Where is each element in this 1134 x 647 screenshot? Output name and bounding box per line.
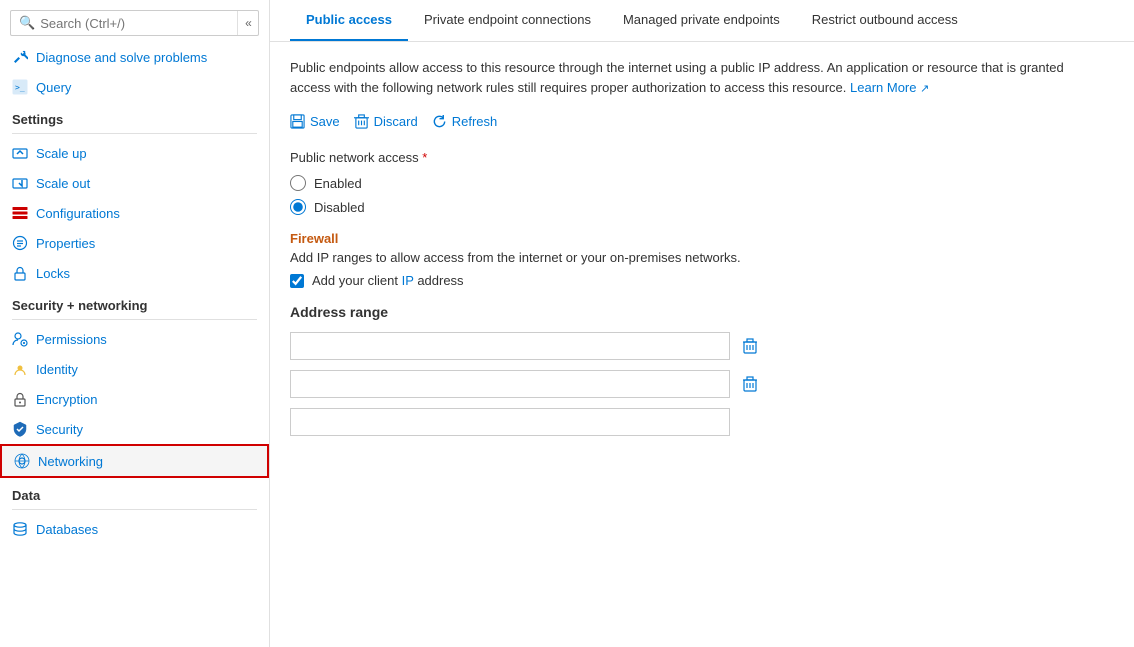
- sidebar-item-security-label: Security: [36, 422, 83, 437]
- sidebar-item-query-label: Query: [36, 80, 71, 95]
- scale-up-icon: [12, 145, 28, 161]
- add-client-ip-checkbox-item[interactable]: Add your client IP address: [290, 273, 1114, 288]
- sidebar-item-identity-label: Identity: [36, 362, 78, 377]
- public-network-access-radio-group: Enabled Disabled: [290, 175, 1114, 215]
- add-client-ip-checkbox[interactable]: [290, 274, 304, 288]
- wrench-icon: [12, 49, 28, 65]
- sidebar-item-scale-out[interactable]: Scale out: [0, 168, 269, 198]
- sidebar: 🔍 « Diagnose and solve problems >_ Query…: [0, 0, 270, 647]
- query-icon: >_: [12, 79, 28, 95]
- lock-icon: [12, 265, 28, 281]
- search-box[interactable]: 🔍 «: [10, 10, 259, 36]
- sidebar-item-encryption[interactable]: Encryption: [0, 384, 269, 414]
- radio-enabled-input[interactable]: [290, 175, 306, 191]
- tab-managed-private[interactable]: Managed private endpoints: [607, 0, 796, 41]
- delete-icon-2: [742, 376, 758, 392]
- security-shield-icon: [12, 421, 28, 437]
- sidebar-item-encryption-label: Encryption: [36, 392, 97, 407]
- save-icon: [290, 114, 305, 129]
- add-client-ip-label: Add your client IP address: [312, 273, 464, 288]
- sidebar-item-networking-label: Networking: [38, 454, 103, 469]
- tab-restrict-outbound[interactable]: Restrict outbound access: [796, 0, 974, 41]
- sidebar-item-properties-label: Properties: [36, 236, 95, 251]
- encryption-icon: [12, 391, 28, 407]
- data-divider: [12, 509, 257, 510]
- networking-icon: [14, 453, 30, 469]
- search-input[interactable]: [40, 16, 250, 31]
- scale-out-icon: [12, 175, 28, 191]
- delete-icon-1: [742, 338, 758, 354]
- sidebar-item-scale-up[interactable]: Scale up: [0, 138, 269, 168]
- public-network-access-label: Public network access *: [290, 150, 1114, 165]
- address-input-2[interactable]: [290, 370, 730, 398]
- sidebar-item-permissions[interactable]: Permissions: [0, 324, 269, 354]
- data-section-header: Data: [0, 478, 269, 507]
- sidebar-item-scale-out-label: Scale out: [36, 176, 90, 191]
- address-row-2: [290, 370, 1114, 398]
- address-row-3: [290, 408, 1114, 436]
- search-icon: 🔍: [19, 15, 35, 31]
- settings-divider: [12, 133, 257, 134]
- delete-address-1-button[interactable]: [738, 336, 762, 356]
- firewall-title: Firewall: [290, 231, 1114, 246]
- sidebar-item-networking[interactable]: Networking: [0, 444, 269, 478]
- toolbar: Save Discard: [290, 111, 1114, 132]
- sidebar-item-permissions-label: Permissions: [36, 332, 107, 347]
- save-button[interactable]: Save: [290, 111, 340, 132]
- address-range-section: Address range: [290, 304, 1114, 436]
- refresh-icon: [432, 114, 447, 129]
- sidebar-item-diagnose[interactable]: Diagnose and solve problems: [0, 42, 269, 72]
- collapse-sidebar-button[interactable]: «: [237, 11, 259, 35]
- sidebar-item-configurations[interactable]: Configurations: [0, 198, 269, 228]
- sidebar-item-security[interactable]: Security: [0, 414, 269, 444]
- config-icon: [12, 205, 28, 221]
- sidebar-item-databases[interactable]: Databases: [0, 514, 269, 544]
- sidebar-item-locks-label: Locks: [36, 266, 70, 281]
- settings-section-header: Settings: [0, 102, 269, 131]
- sidebar-item-locks[interactable]: Locks: [0, 258, 269, 288]
- tabs-bar: Public access Private endpoint connectio…: [270, 0, 1134, 42]
- radio-disabled[interactable]: Disabled: [290, 199, 1114, 215]
- main-content: Public access Private endpoint connectio…: [270, 0, 1134, 647]
- sidebar-item-identity[interactable]: Identity: [0, 354, 269, 384]
- svg-text:>_: >_: [15, 83, 25, 92]
- address-input-1[interactable]: [290, 332, 730, 360]
- tab-public-access[interactable]: Public access: [290, 0, 408, 41]
- refresh-button[interactable]: Refresh: [432, 111, 498, 132]
- address-range-title: Address range: [290, 304, 1114, 320]
- sidebar-item-properties[interactable]: Properties: [0, 228, 269, 258]
- properties-icon: [12, 235, 28, 251]
- sidebar-item-scale-up-label: Scale up: [36, 146, 87, 161]
- radio-disabled-input[interactable]: [290, 199, 306, 215]
- address-input-3[interactable]: [290, 408, 730, 436]
- firewall-description: Add IP ranges to allow access from the i…: [290, 250, 1114, 265]
- sidebar-item-databases-label: Databases: [36, 522, 98, 537]
- firewall-section: Firewall Add IP ranges to allow access f…: [290, 231, 1114, 288]
- sidebar-item-configurations-label: Configurations: [36, 206, 120, 221]
- content-area: Public endpoints allow access to this re…: [270, 42, 1134, 462]
- radio-enabled-label: Enabled: [314, 176, 362, 191]
- radio-disabled-label: Disabled: [314, 200, 365, 215]
- learn-more-link[interactable]: Learn More ↗: [850, 80, 929, 95]
- databases-icon: [12, 521, 28, 537]
- description-text: Public endpoints allow access to this re…: [290, 58, 1080, 97]
- delete-address-2-button[interactable]: [738, 374, 762, 394]
- tab-private-endpoint[interactable]: Private endpoint connections: [408, 0, 607, 41]
- discard-button[interactable]: Discard: [354, 111, 418, 132]
- sidebar-item-query[interactable]: >_ Query: [0, 72, 269, 102]
- required-indicator: *: [422, 150, 427, 165]
- identity-icon: [12, 361, 28, 377]
- sidebar-item-diagnose-label: Diagnose and solve problems: [36, 50, 207, 65]
- permissions-icon: [12, 331, 28, 347]
- external-link-icon: ↗: [920, 83, 929, 95]
- security-divider: [12, 319, 257, 320]
- security-section-header: Security + networking: [0, 288, 269, 317]
- address-row-1: [290, 332, 1114, 360]
- discard-icon: [354, 114, 369, 129]
- radio-enabled[interactable]: Enabled: [290, 175, 1114, 191]
